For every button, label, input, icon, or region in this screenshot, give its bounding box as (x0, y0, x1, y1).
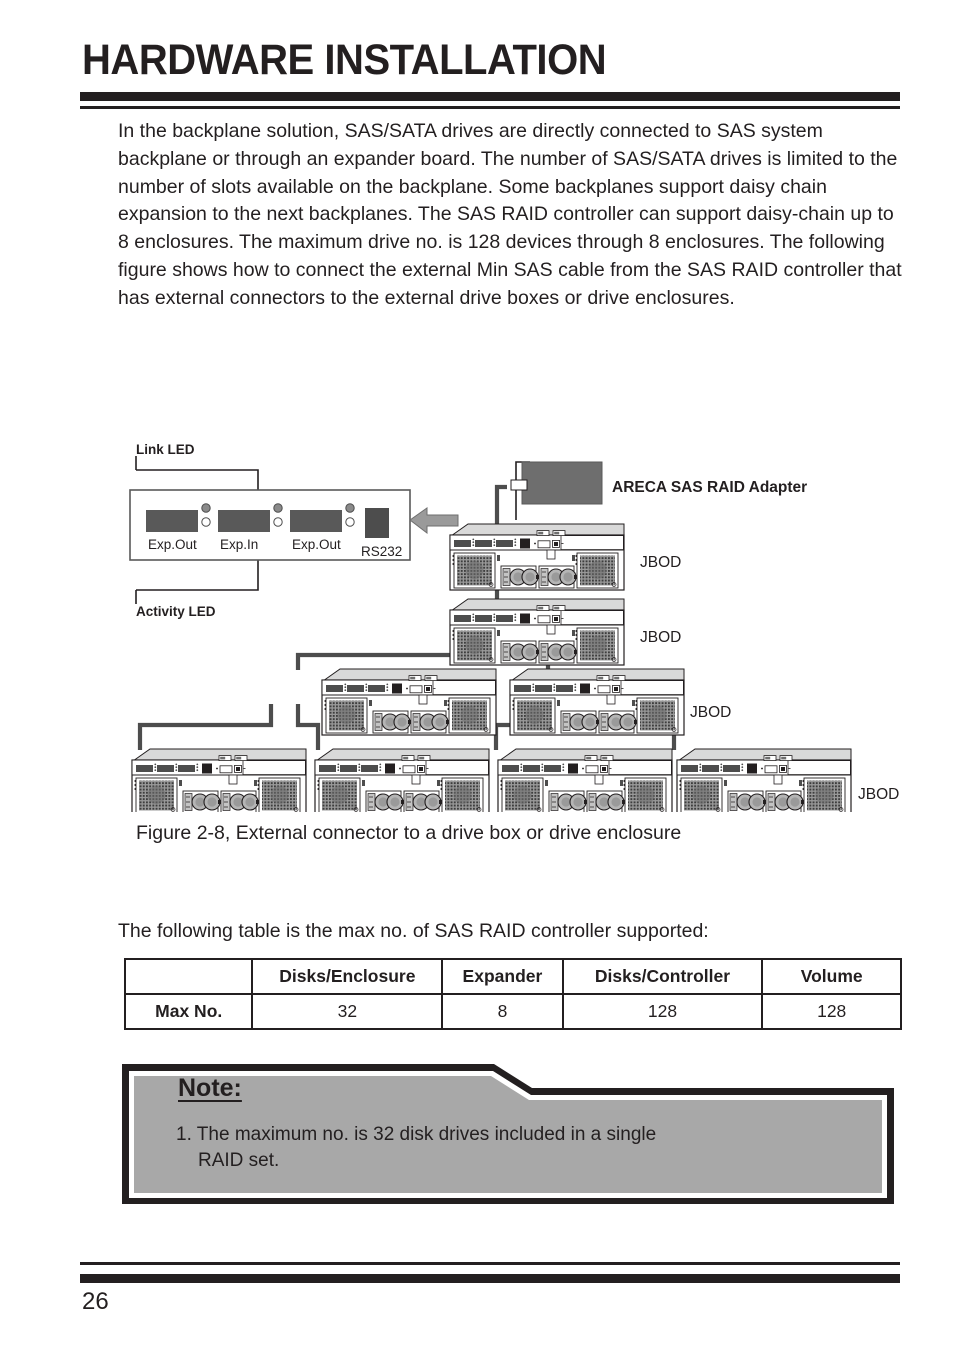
note-callout: Note: 1. The maximum no. is 32 disk driv… (122, 1060, 894, 1204)
activity-led-label: Activity LED (136, 604, 216, 619)
jbod-enclosure-level-1 (449, 523, 625, 591)
table-cell-disks-per-controller: 128 (561, 993, 764, 1030)
table-header-disks-per-enclosure: Disks/Enclosure (251, 958, 444, 995)
jbod-enclosure-level-3-right (509, 668, 685, 736)
jbod-enclosure-level-4-d (676, 748, 852, 812)
jbod-enclosure-level-2 (449, 598, 625, 666)
areca-adapter (510, 461, 603, 520)
jbod-label-4: JBOD (858, 786, 899, 803)
table-header-expander: Expander (441, 958, 564, 995)
figure-diagram: Link LED Activity LED Exp.Out Exp.In Exp… (118, 432, 908, 812)
footer-rule-thin (80, 1262, 900, 1265)
port-label-exp-out-1: Exp.Out (148, 537, 197, 552)
page-number: 26 (82, 1288, 109, 1315)
table-intro-text: The following table is the max no. of SA… (118, 920, 709, 942)
jbod-enclosure-level-4-a (131, 748, 307, 812)
link-led-label: Link LED (136, 442, 195, 457)
jbod-enclosure-level-4-c (497, 748, 673, 812)
jbod-label-1: JBOD (640, 554, 681, 571)
footer-rule-thick (80, 1274, 900, 1283)
table-header-row: Disks/Enclosure Expander Disks/Controlle… (123, 958, 902, 995)
table-row-label-max-no: Max No. (123, 993, 254, 1030)
callout-arrow-icon (409, 507, 459, 535)
jbod-enclosure-level-3-left (321, 668, 497, 736)
table-header-disks-per-controller: Disks/Controller (561, 958, 764, 995)
rs232-label: RS232 (361, 544, 402, 559)
note-item-line-1: The maximum no. is 32 disk drives includ… (196, 1124, 657, 1145)
table-cell-volume: 128 (761, 993, 902, 1030)
table-cell-expander: 8 (441, 993, 564, 1030)
max-no-table: Disks/Enclosure Expander Disks/Controlle… (123, 958, 902, 1030)
header-rule-thick (80, 92, 900, 101)
figure-caption: Figure 2-8, External connector to a driv… (136, 822, 682, 844)
expander-panel-detail (129, 456, 411, 604)
adapter-label: ARECA SAS RAID Adapter (612, 479, 807, 496)
port-label-exp-out-2: Exp.Out (292, 537, 341, 552)
table-header-blank (123, 958, 254, 995)
table-header-volume: Volume (761, 958, 902, 995)
table-cell-disks-per-enclosure: 32 (251, 993, 444, 1030)
jbod-enclosure-level-4-b (314, 748, 490, 812)
note-title: Note: (178, 1074, 242, 1102)
body-paragraph: In the backplane solution, SAS/SATA driv… (118, 120, 902, 309)
jbod-label-3: JBOD (690, 704, 731, 721)
jbod-label-2: JBOD (640, 629, 681, 646)
port-label-exp-in: Exp.In (220, 537, 258, 552)
document-page: HARDWARE INSTALLATION In the backplane s… (0, 0, 954, 1354)
note-item-1: 1. The maximum no. is 32 disk drives inc… (176, 1122, 866, 1174)
table-row: Max No. 32 8 128 128 (123, 993, 902, 1030)
note-item-number: 1. (176, 1124, 192, 1145)
page-title: HARDWARE INSTALLATION (82, 36, 607, 84)
header-rule-thin (80, 106, 900, 109)
note-item-line-2: RAID set. (198, 1150, 280, 1171)
